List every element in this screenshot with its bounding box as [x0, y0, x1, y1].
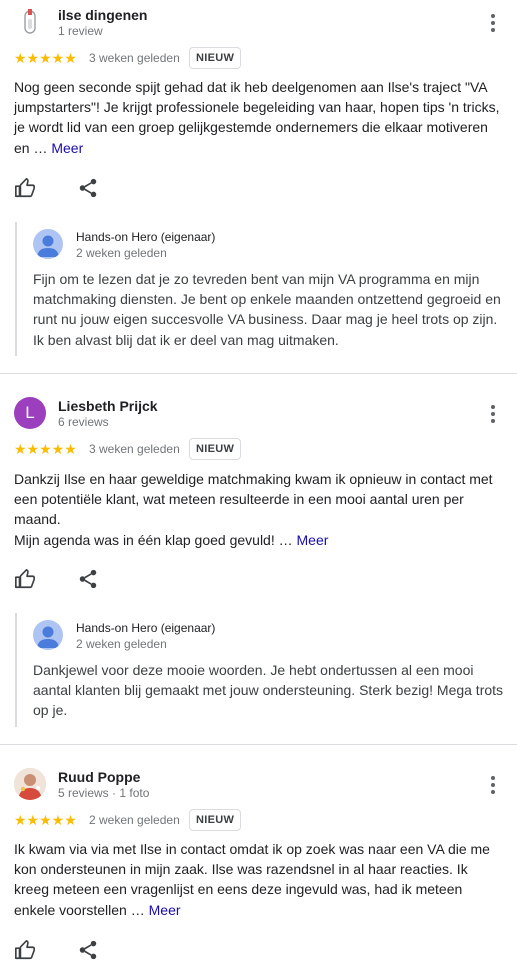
owner-avatar [33, 620, 63, 650]
review-text-content: Dankzij Ilse en haar geweldige matchmaki… [14, 471, 493, 528]
star-rating: ★★★★★ [14, 812, 77, 828]
share-icon[interactable] [77, 939, 99, 961]
review-date: 2 weken geleden [89, 813, 180, 827]
new-badge: NIEUW [189, 809, 242, 831]
reply-divider [15, 222, 17, 356]
reviewer-name[interactable]: Liesbeth Prijck [58, 398, 158, 414]
read-more-link[interactable]: Meer [297, 532, 329, 548]
reviewer-name[interactable]: Ruud Poppe [58, 769, 140, 785]
review-text-content: Nog geen seconde spijt gehad dat ik heb … [14, 79, 500, 156]
reply-date: 2 weken geleden [76, 637, 167, 651]
read-more-link[interactable]: Meer [51, 140, 83, 156]
more-options-button[interactable] [486, 402, 500, 426]
review-separator [0, 373, 517, 374]
owner-name: Hands-on Hero (eigenaar) [76, 230, 216, 244]
star-rating: ★★★★★ [14, 50, 77, 66]
new-badge: NIEUW [189, 438, 242, 460]
new-badge: NIEUW [189, 47, 242, 69]
reviewer-name[interactable]: ilse dingenen [58, 7, 147, 23]
like-icon[interactable] [14, 177, 36, 199]
review-separator [0, 744, 517, 745]
share-icon[interactable] [77, 177, 99, 199]
more-options-button[interactable] [486, 11, 500, 35]
profile-photo-icon [14, 768, 46, 800]
reviewer-meta: 5 reviews · 1 foto [58, 786, 150, 800]
document-icon [24, 9, 36, 34]
reply-text: Fijn om te lezen dat je zo tevreden bent… [33, 271, 501, 348]
reviewer-avatar[interactable] [14, 6, 46, 38]
star-rating: ★★★★★ [14, 441, 77, 457]
review-text: Ik kwam via via met Ilse in contact omda… [14, 839, 506, 920]
like-icon[interactable] [14, 939, 36, 961]
review-text-content: Mijn agenda was in één klap goed gevuld!… [14, 531, 297, 548]
reply-date: 2 weken geleden [76, 246, 167, 260]
reviewer-avatar[interactable]: L [14, 397, 46, 429]
person-icon [37, 235, 59, 257]
more-options-button[interactable] [486, 773, 500, 797]
review-text: Nog geen seconde spijt gehad dat ik heb … [14, 77, 506, 158]
read-more-link[interactable]: Meer [149, 902, 181, 918]
review-text-content: Ik kwam via via met Ilse in contact omda… [14, 841, 490, 918]
reviewer-meta: 1 review [58, 24, 103, 38]
review-date: 3 weken geleden [89, 442, 180, 456]
owner-avatar [33, 229, 63, 259]
review-text: Dankzij Ilse en haar geweldige matchmaki… [14, 469, 506, 550]
like-icon[interactable] [14, 568, 36, 590]
review-date: 3 weken geleden [89, 51, 180, 65]
reviewer-avatar[interactable] [14, 768, 46, 800]
reply-divider [15, 613, 17, 727]
reviewer-meta: 6 reviews [58, 415, 109, 429]
person-icon [37, 626, 59, 648]
owner-name: Hands-on Hero (eigenaar) [76, 621, 216, 635]
reply-text: Dankjewel voor deze mooie woorden. Je he… [33, 662, 504, 719]
share-icon[interactable] [77, 568, 99, 590]
